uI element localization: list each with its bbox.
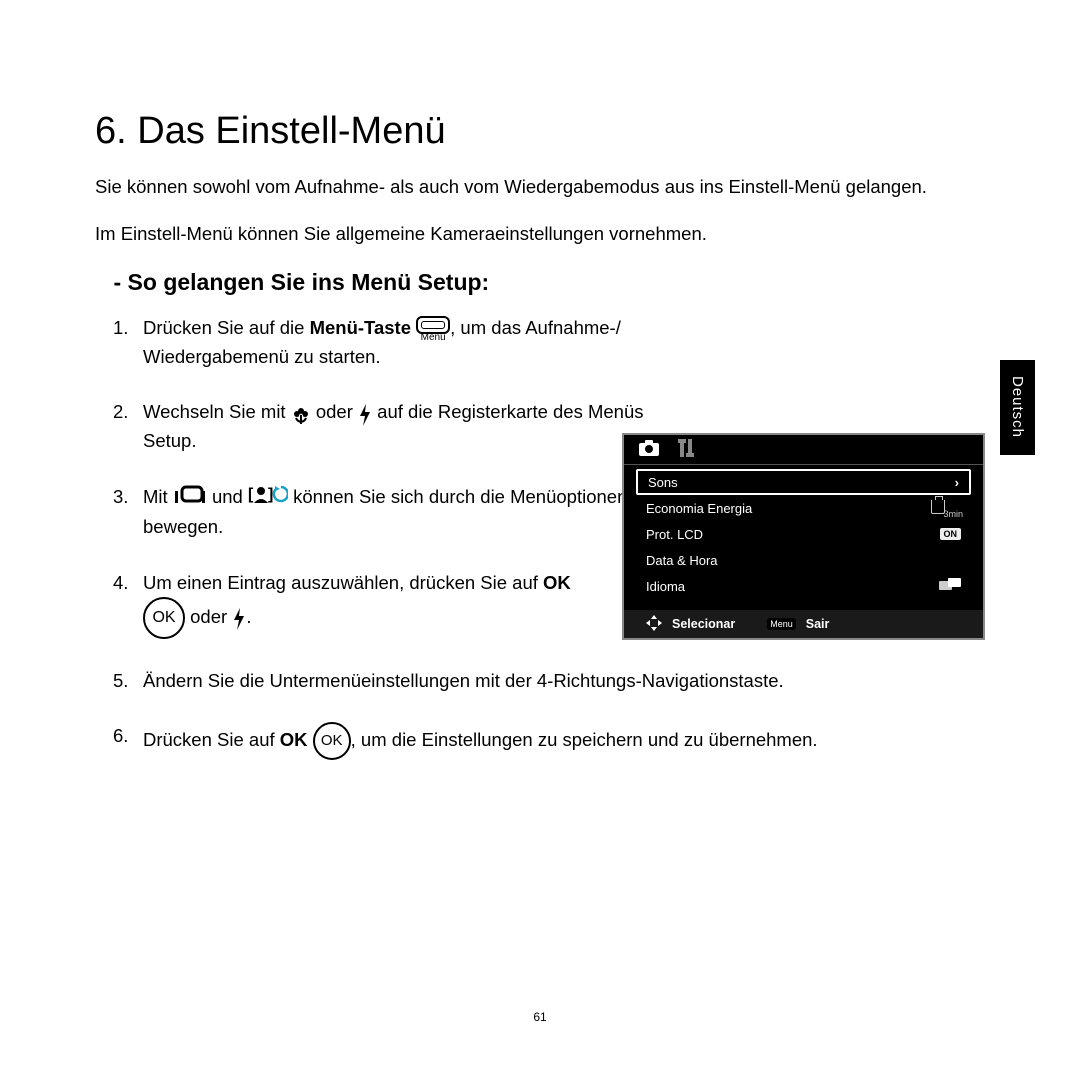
row-label: Economia Energia	[646, 501, 752, 516]
menu-icon-caption: Menu	[416, 333, 450, 343]
row-arrow: ›	[955, 475, 959, 490]
step-text: Wechseln Sie mit	[143, 401, 291, 422]
menu-row-sons: Sons ›	[636, 469, 971, 495]
screenshot-tabs	[624, 435, 983, 465]
step-text: Drücken Sie auf	[143, 729, 280, 750]
menu-button-label: Menü-Taste	[310, 317, 411, 338]
step-2: Wechseln Sie mit oder auf die Registerka…	[143, 398, 653, 455]
nav-arrows-icon	[646, 615, 662, 634]
step-text: oder	[185, 605, 232, 626]
menu-button-icon: Menu	[416, 316, 450, 343]
step-text: , um die Einstellungen zu speichern und …	[351, 729, 818, 750]
step-text: Drücken Sie auf die	[143, 317, 310, 338]
row-label: Idioma	[646, 579, 685, 594]
step-text: Um einen Eintrag auszuwählen, drücken Si…	[143, 572, 543, 593]
menu-row-energy: Economia Energia 3min	[636, 495, 971, 521]
setup-tab-icon	[677, 439, 695, 460]
step-text: oder	[311, 401, 358, 422]
menu-pill: Menu	[767, 618, 796, 630]
face-timer-icon: []	[248, 483, 288, 513]
menu-row-lcd: Prot. LCD ON	[636, 521, 971, 547]
ok-label: OK	[543, 572, 571, 593]
row-label: Prot. LCD	[646, 527, 703, 542]
screenshot-menu: Sons › Economia Energia 3min Prot. LCD O…	[624, 465, 983, 601]
flash-bolt-icon	[232, 604, 246, 632]
footer-select: Selecionar	[672, 617, 735, 631]
menu-row-datetime: Data & Hora	[636, 547, 971, 573]
screenshot-footer: Selecionar Menu Sair	[624, 610, 983, 638]
page-number: 61	[0, 1010, 1080, 1024]
row-label: Sons	[648, 475, 678, 490]
ok-button-icon: OK	[143, 597, 185, 639]
step-text: Mit	[143, 486, 173, 507]
menu-row-language: Idioma	[636, 573, 971, 599]
macro-flower-icon	[291, 400, 311, 428]
camera-menu-screenshot: Sons › Economia Energia 3min Prot. LCD O…	[622, 433, 985, 640]
step-3: Mit und [] können Sie sich durch die Men…	[143, 483, 653, 541]
svg-text:[: [	[248, 486, 254, 503]
on-badge: ON	[940, 528, 962, 540]
svg-text:]: ]	[268, 486, 273, 503]
intro-paragraph-2: Im Einstell-Menü können Sie allgemeine K…	[95, 222, 985, 247]
flash-bolt-icon	[358, 400, 372, 428]
language-icon	[939, 578, 961, 595]
battery-3min-icon: 3min	[931, 500, 945, 517]
step-6: Drücken Sie auf OK OK, um die Einstellun…	[143, 722, 985, 760]
ok-button-icon: OK	[313, 722, 351, 760]
page-heading: 6. Das Einstell-Menü	[95, 110, 985, 153]
sub-heading: - So gelangen Sie ins Menü Setup:	[114, 269, 986, 296]
display-icon	[173, 483, 207, 513]
ok-label: OK	[280, 729, 308, 750]
step-text: und	[207, 486, 248, 507]
step-5: Ändern Sie die Untermenüeinstellungen mi…	[143, 667, 985, 695]
language-side-tab: Deutsch	[1000, 360, 1035, 455]
row-label: Data & Hora	[646, 553, 718, 568]
step-text: .	[246, 605, 251, 626]
intro-paragraph-1: Sie können sowohl vom Aufnahme- als auch…	[95, 175, 985, 200]
camera-tab-icon	[639, 440, 659, 459]
step-1: Drücken Sie auf die Menü-Taste Menu , um…	[143, 314, 653, 370]
footer-exit: Sair	[806, 617, 830, 631]
